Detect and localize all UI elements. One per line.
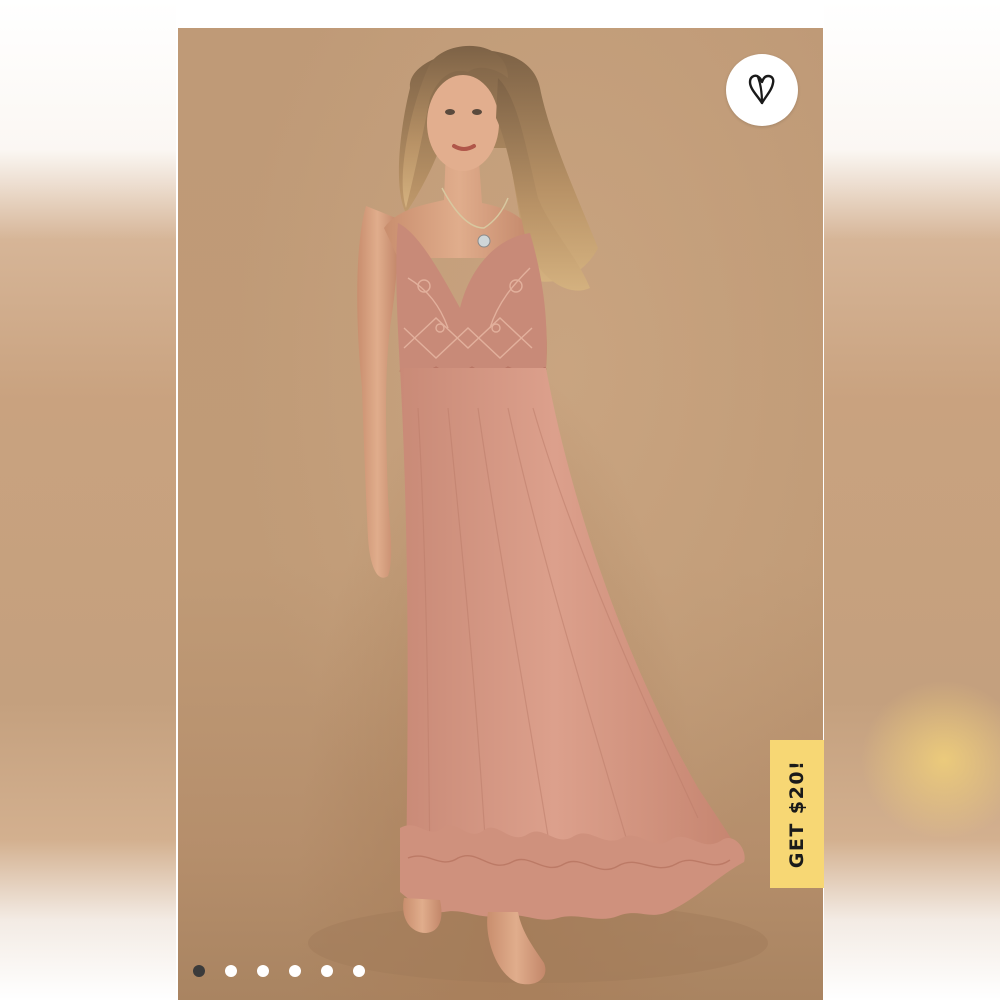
get-20-promo-tab[interactable]: GET $20!: [770, 740, 824, 888]
carousel-dot-6[interactable]: [353, 965, 365, 977]
promo-label: GET $20!: [786, 759, 809, 869]
heart-icon: [748, 74, 775, 105]
product-photo[interactable]: [178, 28, 823, 1000]
carousel-dot-4[interactable]: [289, 965, 301, 977]
carousel-dot-1[interactable]: [193, 965, 205, 977]
background-glow: [860, 680, 1000, 840]
carousel-dot-3[interactable]: [257, 965, 269, 977]
carousel-dot-5[interactable]: [321, 965, 333, 977]
model-in-dress-image: [308, 45, 768, 985]
favorite-button[interactable]: [726, 54, 798, 126]
carousel-dot-2[interactable]: [225, 965, 237, 977]
carousel-dots: [193, 964, 365, 978]
